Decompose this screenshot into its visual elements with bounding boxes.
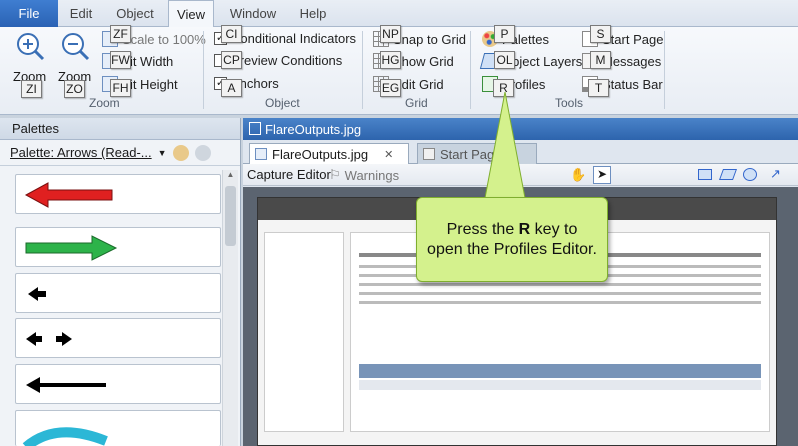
object-group-label: Object: [265, 96, 300, 110]
scroll-up-icon[interactable]: ▲: [223, 170, 238, 184]
palette-item-curved-arrow[interactable]: [15, 410, 221, 446]
ribbon: Zoom ZI Zoom ZO Scale to 100% ZF Fit Wid…: [0, 25, 798, 115]
conditional-indicators-label: Conditional Indicators: [231, 31, 357, 46]
scrollbar-thumb[interactable]: [225, 186, 236, 246]
palette-item-small-arrow[interactable]: [15, 273, 221, 313]
grid-group-label: Grid: [405, 96, 428, 110]
menu-view[interactable]: View: [168, 0, 214, 28]
keytip-status-bar: T: [588, 79, 609, 97]
menu-object[interactable]: Object: [104, 0, 166, 27]
start-page-tab-icon: [423, 148, 435, 160]
ribbon-separator: [203, 31, 204, 109]
keytip-preview: CP: [221, 51, 242, 69]
palettes-panel-title: Palettes: [12, 121, 59, 136]
capture-editor-label: Capture Editor: [247, 167, 331, 182]
callout-prefix: Press the: [446, 220, 519, 238]
black-arrow-left-icon: [28, 287, 46, 301]
preview-line: [359, 283, 761, 286]
menu-edit[interactable]: Edit: [58, 0, 104, 27]
warning-icon: ⚐: [329, 167, 341, 182]
warnings-button[interactable]: ⚐ Warnings: [329, 167, 399, 183]
palette-selector[interactable]: Palette: Arrows (Read-... ▼: [0, 140, 240, 166]
keytip-zoom-in: ZI: [21, 80, 42, 98]
keytip-scale-100: ZF: [110, 25, 131, 43]
preview-line: [359, 301, 761, 304]
ribbon-separator: [362, 31, 363, 109]
start-page-label: Start Page: [602, 31, 664, 47]
menu-help[interactable]: Help: [288, 0, 338, 27]
select-tool-icon[interactable]: ➤: [593, 166, 611, 184]
preview-table-header: [359, 364, 761, 378]
callout-pointer: [484, 92, 526, 199]
zoom-group-label: Zoom: [89, 96, 120, 110]
green-arrow-right-icon: [25, 235, 118, 261]
keytip-zoom-out: ZO: [64, 80, 85, 98]
zoom-in-icon: [17, 33, 45, 61]
app-window: { "menu": { "file": "File", "edit": "Edi…: [0, 0, 798, 446]
image-file-icon: [255, 148, 267, 160]
hint-callout: Press the R key to open the Profiles Edi…: [416, 197, 608, 282]
tab-label: FlareOutputs.jpg: [272, 147, 369, 162]
keytip-fit-width: FW: [110, 51, 131, 69]
palette-item-green-arrow[interactable]: [15, 227, 221, 267]
settings-icon[interactable]: [194, 144, 211, 161]
zoom-out-icon: [62, 33, 90, 61]
keytip-palettes: P: [494, 25, 515, 43]
image-file-icon: [249, 122, 261, 135]
palette-item-red-arrow[interactable]: [15, 174, 221, 214]
ribbon-separator: [664, 31, 665, 109]
snap-to-grid-label: Snap to Grid: [393, 31, 466, 47]
double-arrow-icon: [26, 332, 72, 346]
palettes-button[interactable]: Palettes: [482, 31, 549, 47]
palettes-panel: Palettes ▼ ⊥ ✕ Palette: Arrows (Read-...…: [0, 118, 241, 446]
chevron-down-icon[interactable]: ▼: [158, 148, 167, 158]
black-long-arrow-icon: [26, 377, 106, 393]
menu-file[interactable]: File: [0, 0, 58, 27]
keytip-edit-grid: EG: [380, 79, 401, 97]
keytip-object-layers: OL: [494, 51, 515, 69]
cyan-curved-arrow-icon: [22, 427, 108, 446]
preview-conditions-label: Preview Conditions: [231, 53, 343, 68]
line-tool-icon[interactable]: ↗: [770, 166, 781, 182]
keytip-anchors: A: [221, 79, 242, 97]
preview-line: [359, 292, 761, 295]
show-grid-label: Show Grid: [393, 53, 454, 69]
tab-flareoutputs[interactable]: FlareOutputs.jpg ✕: [249, 143, 409, 165]
polygon-tool-icon[interactable]: [718, 169, 738, 180]
palettes-panel-header: Palettes ▼ ⊥ ✕: [0, 118, 240, 253]
keytip-snap: NP: [380, 25, 401, 43]
keytip-conditional: CI: [221, 25, 242, 43]
scale-100-label: Scale to 100%: [122, 31, 206, 47]
warnings-label: Warnings: [344, 167, 400, 183]
keytip-start-page: S: [590, 25, 611, 43]
hand-tool-icon[interactable]: ✋: [570, 167, 586, 183]
palette-item-long-arrow[interactable]: [15, 364, 221, 404]
palette-icon[interactable]: [172, 144, 189, 161]
palette-item-double-arrow[interactable]: [15, 318, 221, 358]
keytip-show-grid: HG: [380, 51, 401, 69]
status-bar-label: Status Bar: [602, 76, 663, 92]
tools-group-label: Tools: [555, 96, 584, 110]
red-arrow-left-icon: [24, 182, 113, 208]
close-icon[interactable]: ✕: [384, 148, 393, 161]
ellipse-tool-icon[interactable]: [743, 168, 757, 181]
callout-text: Press the R key to open the Profiles Edi…: [427, 220, 597, 260]
preview-sidebar: [264, 232, 344, 432]
callout-key: R: [518, 220, 531, 238]
preview-table-row: [359, 380, 761, 390]
document-title: FlareOutputs.jpg: [265, 121, 362, 137]
menu-bar: File Edit Object View Window Help: [0, 0, 798, 28]
keytip-messages: M: [590, 51, 611, 69]
menu-window[interactable]: Window: [218, 0, 288, 27]
palettes-scrollbar[interactable]: ▲: [222, 170, 238, 446]
keytip-fit-height: FH: [110, 79, 131, 97]
palette-selector-label: Palette: Arrows (Read-...: [10, 145, 152, 160]
rectangle-tool-icon[interactable]: [698, 169, 712, 180]
